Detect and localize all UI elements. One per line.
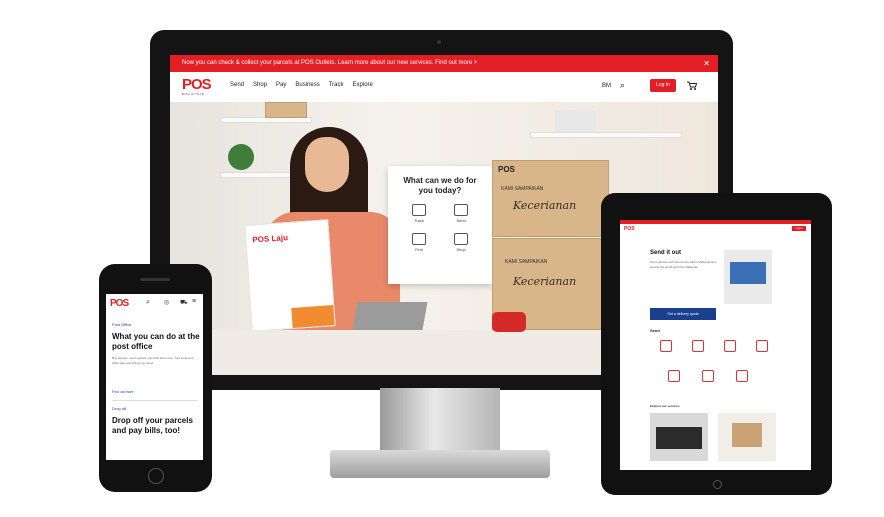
- tablet-section-label: Send: [650, 328, 660, 333]
- logo-text: POS: [182, 76, 212, 93]
- box-label: Kecerianan: [513, 275, 577, 288]
- tablet-image-boxes: [718, 413, 776, 461]
- nav-item-track[interactable]: Track: [329, 82, 344, 88]
- tablet-login-button[interactable]: Log In: [792, 226, 806, 231]
- send-icon: [454, 204, 468, 216]
- find-icon: [412, 233, 426, 245]
- phone-screen: POS ⌕ ◎ ⛟ ≡ Post Office What you can do …: [106, 294, 203, 460]
- logo-subtext: MALAYSIA: [182, 92, 205, 96]
- tablet-service-icons-row2: [668, 370, 748, 382]
- phone-logo[interactable]: POS: [110, 298, 129, 309]
- service-icon[interactable]: [736, 370, 748, 382]
- nav-item-send[interactable]: Send: [230, 82, 244, 88]
- tablet-heading: Send it out: [650, 250, 681, 256]
- popup-item-shop[interactable]: Shop: [446, 233, 476, 252]
- phone-home-button: [148, 468, 164, 484]
- popup-item-label: Shop: [456, 247, 466, 252]
- nav-menu: Send Shop Pay Business Track Explore: [230, 82, 373, 88]
- box-label: KAMI SAMPAIKAN: [501, 186, 544, 192]
- monitor-stand-base: [330, 450, 550, 478]
- popup-item-find[interactable]: Find: [404, 233, 434, 252]
- promo-bar: Now you can check & collect your parcels…: [170, 55, 718, 72]
- service-icon[interactable]: [724, 340, 736, 352]
- service-icon[interactable]: [668, 370, 680, 382]
- menu-icon[interactable]: ≡: [192, 298, 196, 305]
- monitor-camera: [437, 40, 441, 44]
- language-toggle[interactable]: BM: [602, 83, 611, 89]
- tablet-home-button: [713, 480, 722, 489]
- shelf: [530, 132, 682, 138]
- cart-icon[interactable]: [686, 80, 697, 91]
- tablet-screen: POS Log In Send it out Send parcels and …: [620, 220, 811, 470]
- pos-logo[interactable]: POS MALAYSIA: [182, 77, 218, 97]
- nav-item-pay[interactable]: Pay: [276, 82, 286, 88]
- cart-icon[interactable]: ⛟: [180, 299, 188, 307]
- help-popup: What can we do for you today? Track Send…: [388, 166, 492, 284]
- phone-section-label: Drop off: [112, 406, 127, 411]
- track-icon: [412, 204, 426, 216]
- phone-body: Buy stamps, send parcels, pay bills and …: [112, 356, 194, 365]
- tablet-promo-bar: [620, 220, 811, 224]
- promo-text[interactable]: Now you can check & collect your parcels…: [182, 60, 477, 66]
- location-icon[interactable]: ◎: [164, 299, 169, 306]
- person-face: [305, 137, 349, 192]
- login-button[interactable]: Log In: [650, 79, 676, 92]
- service-icon[interactable]: [660, 340, 672, 352]
- tablet-body: Send parcels and documents within Malays…: [650, 260, 716, 269]
- mailer-accent: [291, 305, 335, 328]
- search-icon[interactable]: ⌕: [146, 299, 150, 307]
- tablet-service-icons: [660, 340, 768, 352]
- box-label: POS: [498, 165, 515, 174]
- phone-link[interactable]: Find out more: [112, 390, 134, 394]
- popup-item-send[interactable]: Send: [446, 204, 476, 223]
- phone-heading-2: Drop off your parcels and pay bills, too…: [112, 416, 193, 435]
- tape-roll: [492, 312, 526, 332]
- nav-item-shop[interactable]: Shop: [253, 82, 267, 88]
- shelf-box: [265, 102, 307, 118]
- popup-item-label: Send: [456, 218, 466, 223]
- close-icon[interactable]: ✕: [703, 55, 710, 72]
- mailer-text: POS Laju: [252, 233, 289, 245]
- parcel-box: POS KAMI SAMPAIKAN Kecerianan: [492, 160, 609, 237]
- desktop-navbar: POS MALAYSIA Send Shop Pay Business Trac…: [170, 72, 718, 102]
- box-label: Kecerianan: [513, 199, 577, 212]
- nav-item-explore[interactable]: Explore: [353, 82, 373, 88]
- popup-item-track[interactable]: Track: [404, 204, 434, 223]
- pos-laju-mailer: POS Laju: [244, 219, 336, 332]
- tablet-image-printer: [650, 413, 708, 461]
- tablet-hero-image: [724, 250, 772, 304]
- phone-heading-1: What you can do at the post office: [112, 332, 200, 351]
- popup-title: What can we do for you today?: [403, 176, 477, 195]
- service-icon[interactable]: [702, 370, 714, 382]
- tablet-cta-button[interactable]: Get a delivery quote: [650, 308, 716, 320]
- shop-icon: [454, 233, 468, 245]
- plant: [228, 144, 254, 170]
- tablet-logo[interactable]: POS: [624, 226, 635, 232]
- laptop: [352, 302, 428, 330]
- divider: [112, 400, 198, 401]
- search-icon[interactable]: ⌕: [620, 80, 625, 91]
- box-label: KAMI SAMPAIKAN: [505, 259, 548, 265]
- tablet-explore-label: Explore our services: [650, 404, 680, 408]
- monitor-stand-neck: [380, 388, 500, 453]
- printer-shape: [656, 427, 702, 449]
- printer: [555, 110, 595, 132]
- box-shape: [732, 423, 762, 447]
- phone-breadcrumb[interactable]: Post Office: [112, 322, 132, 327]
- laptop-screen: [730, 262, 766, 284]
- nav-item-business[interactable]: Business: [295, 82, 319, 88]
- service-icon[interactable]: [756, 340, 768, 352]
- service-icon[interactable]: [692, 340, 704, 352]
- popup-item-label: Track: [414, 218, 424, 223]
- phone-speaker: [140, 278, 170, 281]
- popup-item-label: Find: [415, 247, 423, 252]
